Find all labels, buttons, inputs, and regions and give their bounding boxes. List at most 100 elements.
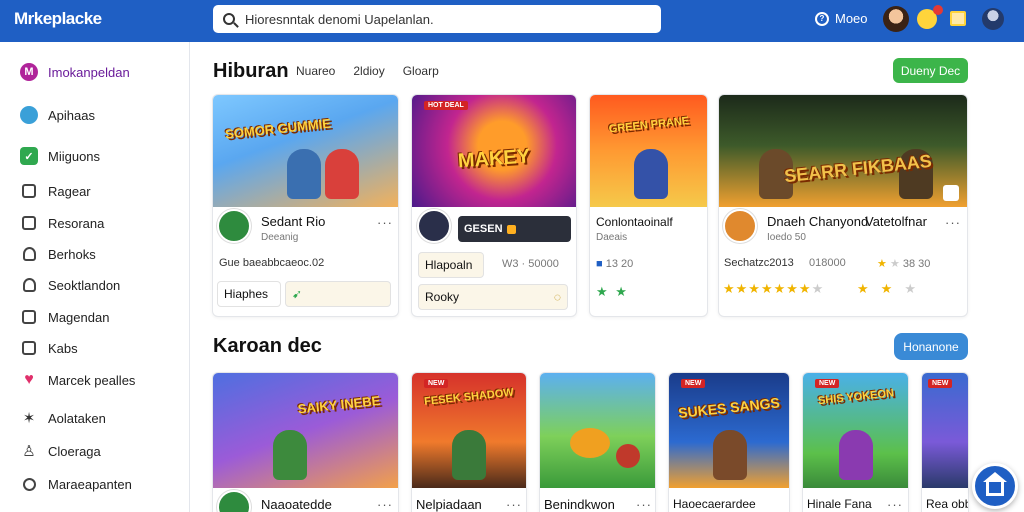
top-bar: Mrkeplacke ? Moeo [0, 0, 1024, 42]
box-icon [22, 216, 36, 230]
notification-badge [933, 5, 943, 15]
game-art-title: FESEK SHADOW [423, 386, 515, 409]
sidebar-item-label: Apihaas [48, 107, 95, 123]
more-options-icon[interactable]: ··· [887, 497, 903, 512]
game-card[interactable]: Benindkwon ··· [539, 372, 656, 512]
sidebar: M Imokanpeldan Apihaas ✓ Miiguons Ragear R… [0, 42, 190, 512]
game-thumbnail: SOMOR GUMMIE [213, 95, 398, 207]
sidebar-item-5[interactable]: Berhoks [20, 244, 96, 264]
user-icon [22, 247, 36, 261]
sidebar-item-label: Magendan [48, 309, 110, 325]
box-icon [22, 184, 36, 198]
chat-icon [20, 106, 38, 124]
expand-icon[interactable] [943, 185, 959, 201]
game-card[interactable]: NEW FESEK SHADOW Nelpiadaan ··· [411, 372, 527, 512]
game-info: W3 · 50000 [502, 258, 559, 270]
game-art-title: GREEN PRANE [607, 115, 690, 136]
sidebar-item-label: Marcek pealles [48, 372, 136, 388]
home-fab-button[interactable] [972, 463, 1018, 509]
more-options-icon[interactable]: ··· [636, 497, 652, 512]
search-icon [22, 477, 36, 491]
search-bar[interactable] [213, 5, 661, 33]
game-title: Nelpiadaan [416, 497, 482, 512]
sidebar-item-label: Maraeapanten [48, 476, 132, 492]
sidebar-item-4[interactable]: Resorana [20, 213, 104, 233]
sidebar-item-7[interactable]: Magendan [20, 307, 109, 327]
game-rating-value: ★ ★ 38 30 [877, 258, 931, 270]
tab-0[interactable]: Nuareo [296, 64, 335, 78]
more-options-icon[interactable]: ··· [506, 497, 522, 512]
game-thumbnail: SEARR FIKBAAS [719, 95, 967, 207]
game-tag: Vatetolfnar [865, 214, 927, 229]
section-action-button[interactable]: Honanone [894, 333, 968, 360]
sidebar-item-10[interactable]: ✶ Aolataken [20, 408, 106, 428]
sidebar-item-8[interactable]: Kabs [20, 338, 78, 358]
game-subtitle: Deeanig [261, 232, 299, 243]
section-title: Hiburan [213, 60, 289, 82]
publisher-avatar [723, 209, 757, 243]
publisher-avatar [217, 209, 251, 243]
game-card[interactable]: GREEN PRANE Conlontaoinalf Daeais ■ 13 2… [589, 94, 708, 317]
game-card[interactable]: NEW SUKES SANGS Haoecaerardee [668, 372, 790, 512]
sidebar-item-0[interactable]: M Imokanpeldan [20, 62, 130, 82]
badge-new: NEW [928, 379, 953, 388]
game-art-title: SOMOR GUMMIE [224, 115, 332, 142]
star-icon: ★ [877, 258, 887, 270]
user-avatar[interactable] [883, 6, 909, 32]
price-pill[interactable]: GESEN [458, 216, 571, 242]
game-card[interactable]: SEARR FIKBAAS Dnaeh Chanyond Vatetolfnar… [718, 94, 968, 317]
sidebar-item-label: Resorana [48, 215, 105, 231]
brand-icon: M [20, 63, 38, 81]
help-label: Moeo [835, 11, 868, 26]
game-card[interactable]: SOMOR GUMMIE Sedant Rio Deeanig ··· Gue … [212, 94, 399, 317]
badge-new: NEW [424, 379, 449, 388]
game-card[interactable]: SAIKY INEBE Naaoatedde ··· [212, 372, 399, 512]
sidebar-item-3[interactable]: Ragear [20, 181, 91, 201]
calendar-icon[interactable] [950, 11, 966, 26]
sidebar-item-label: Miiguons [48, 148, 101, 164]
notification-icon[interactable] [917, 5, 943, 29]
sidebar-item-9[interactable]: ♥ Marcek pealles [20, 370, 135, 390]
game-title: Conlontaoinalf [596, 215, 673, 229]
rating-stars: ★ ★ [596, 284, 629, 299]
tag-pill[interactable]: Hlapoaln [418, 252, 484, 278]
game-info: Sechatzc2013 [724, 257, 794, 269]
more-options-icon[interactable]: ··· [377, 497, 393, 512]
game-title: Dnaeh Chanyond [767, 214, 869, 229]
home-icon [983, 472, 1007, 496]
game-card[interactable]: HOT DEAL MAKEY GESEN Hlapoaln W3 · 50000… [411, 94, 577, 317]
game-info-secondary: 018000 [809, 257, 846, 269]
section-title: Karoan dec [213, 335, 322, 357]
profile-avatar[interactable] [982, 8, 1004, 30]
game-info: ■ 13 20 [596, 258, 634, 270]
publisher-avatar [417, 209, 451, 243]
person-icon: ♙ [22, 443, 36, 460]
search-input[interactable] [245, 11, 645, 27]
more-options-icon[interactable]: ··· [377, 215, 393, 230]
brand-logo[interactable]: Mrkeplacke [14, 8, 102, 30]
more-options-icon[interactable]: ··· [945, 215, 961, 230]
game-info: Gue baeabbcaeoc.02 [219, 257, 325, 269]
sidebar-item-12[interactable]: Maraeapanten [20, 474, 132, 494]
publisher-avatar [217, 490, 251, 512]
badge-new: NEW [815, 379, 840, 388]
shield-icon: ■ [596, 258, 603, 270]
tab-2[interactable]: Gloarp [403, 64, 439, 78]
sidebar-item-1[interactable]: Apihaas [20, 105, 95, 125]
game-thumbnail: NEW [922, 373, 968, 488]
section-action-button[interactable]: Dueny Dec [893, 58, 968, 83]
tag-pill[interactable]: Hiaphes [217, 281, 281, 307]
sidebar-item-label: Aolataken [48, 410, 106, 426]
tab-1[interactable]: 2ldioy [353, 64, 384, 78]
sidebar-item-11[interactable]: ♙ Cloeraga [20, 441, 101, 461]
game-card[interactable]: NEW SHIS YOKEON Hinale Fana ··· [802, 372, 909, 512]
sidebar-item-label: Kabs [48, 340, 78, 356]
game-title: Naaoatedde [261, 497, 332, 512]
sidebar-item-6[interactable]: Seoktlandon [20, 275, 120, 295]
game-card[interactable]: NEW Rea obba [921, 372, 969, 512]
help-button[interactable]: ? Moeo [815, 11, 868, 26]
sidebar-item-2[interactable]: ✓ Miiguons [20, 146, 100, 166]
game-title: Haoecaerardee [673, 497, 756, 511]
tag-pill[interactable]: Rooky ◌ [418, 284, 568, 310]
refresh-icon: ◌ [553, 290, 561, 304]
